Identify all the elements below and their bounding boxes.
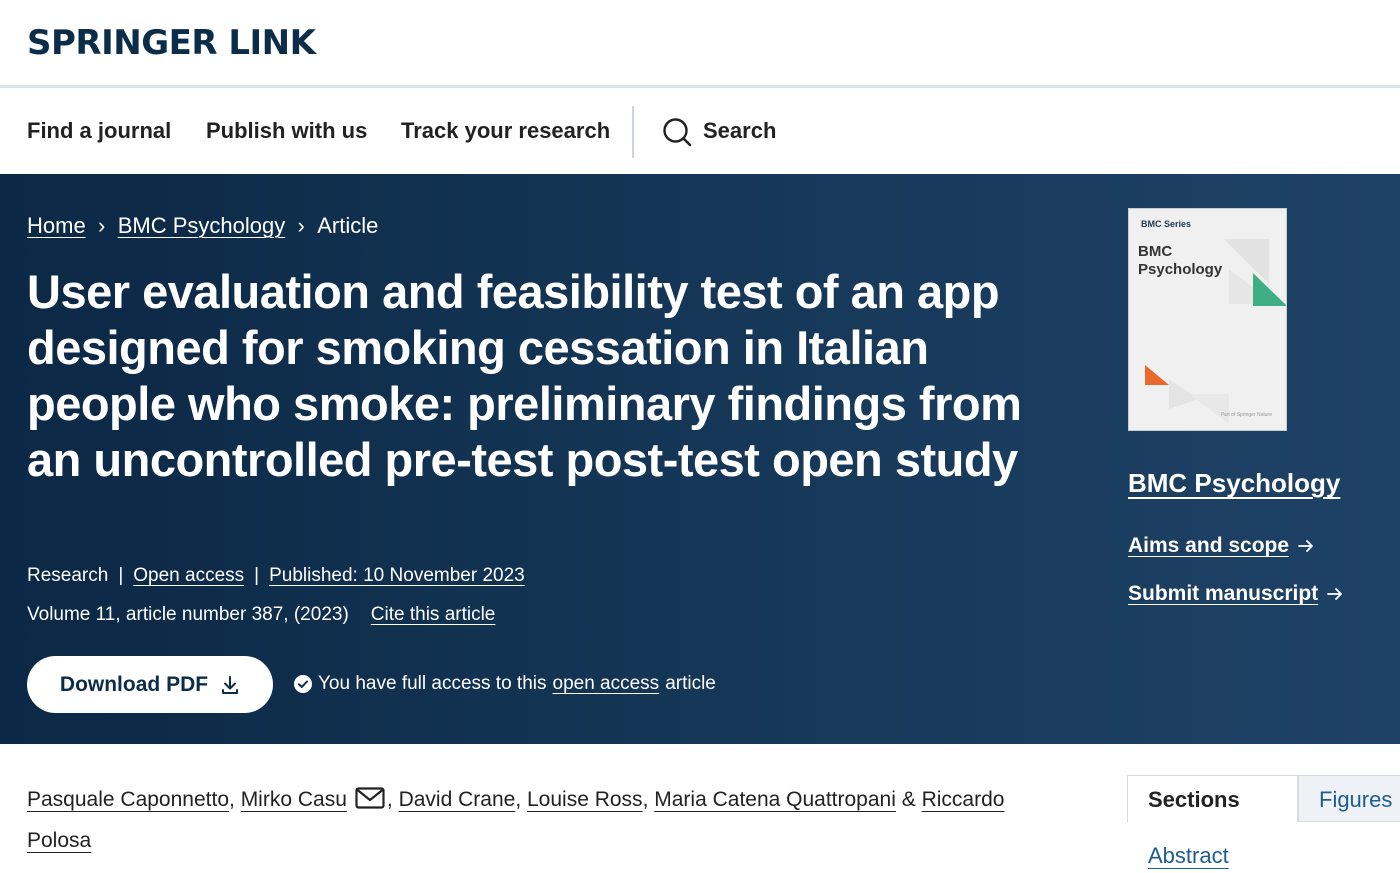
download-pdf-label: Download PDF — [59, 672, 209, 696]
open-access-link[interactable]: Open access — [133, 564, 244, 588]
article-title: User evaluation and feasibility test of … — [27, 265, 1022, 486]
main-nav: Find a journal Publish with us Track you… — [0, 91, 1400, 174]
cover-series: BMC Series — [1141, 219, 1192, 229]
mail-icon[interactable] — [355, 787, 385, 810]
chevron-right-icon: › — [98, 213, 106, 238]
author-comma: , — [229, 788, 235, 811]
search-icon[interactable] — [662, 117, 692, 147]
author-link[interactable]: Maria Catena Quattropani — [654, 788, 896, 811]
author-comma: , — [515, 788, 522, 811]
sections-figures-tabs: Sections Figures — [1127, 775, 1400, 822]
author-link[interactable]: David Crane — [399, 788, 516, 811]
breadcrumb-current: Article — [317, 213, 379, 238]
author-link[interactable]: Pasquale Caponnetto — [27, 788, 229, 811]
author-link[interactable]: Mirko Casu — [241, 788, 347, 811]
tab-figures[interactable]: Figures — [1298, 775, 1400, 822]
springer-link-logo[interactable]: SPRINGER LINK — [27, 24, 316, 62]
toc-abstract-link[interactable]: Abstract — [1148, 843, 1229, 869]
download-icon — [222, 675, 239, 694]
article-meta: Research | Open access | Published: 10 N… — [27, 564, 525, 588]
article-hero: Home › BMC Psychology › Article User eva… — [0, 174, 1400, 744]
author-comma: , — [642, 788, 649, 811]
author-list: Pasquale Caponnetto, Mirko Casu, David C… — [27, 779, 1067, 861]
breadcrumb: Home › BMC Psychology › Article — [27, 212, 378, 240]
author-ampersand: & — [901, 788, 916, 811]
submit-manuscript-link[interactable]: Submit manuscript — [1128, 582, 1344, 606]
nav-track-research[interactable]: Track your research — [401, 117, 610, 145]
cite-article-link[interactable]: Cite this article — [371, 603, 496, 627]
cover-title-line2: Psychology — [1138, 261, 1223, 278]
cover-footer: Part of Springer Nature — [1220, 412, 1272, 418]
access-note-text: You have full access to this — [318, 673, 547, 694]
site-header: SPRINGER LINK — [0, 0, 1400, 88]
check-circle-icon — [294, 675, 312, 693]
arrow-right-icon — [1327, 588, 1343, 600]
nav-publish[interactable]: Publish with us — [206, 117, 367, 145]
cover-title-line1: BMC — [1138, 243, 1173, 260]
article-volume: Volume 11, article number 387, (2023) — [27, 604, 349, 625]
published-date[interactable]: Published: 10 November 2023 — [269, 564, 525, 588]
author-link[interactable]: Louise Ross — [527, 788, 643, 811]
tab-sections[interactable]: Sections — [1127, 775, 1298, 822]
chevron-right-icon: › — [297, 213, 305, 238]
cover-title: BMC Psychology — [1138, 243, 1222, 279]
arrow-right-icon — [1298, 540, 1313, 552]
breadcrumb-home[interactable]: Home — [27, 212, 86, 240]
aims-scope-link[interactable]: Aims and scope — [1128, 534, 1315, 558]
nav-search[interactable]: Search — [703, 117, 776, 145]
access-note-text-end: article — [665, 673, 716, 694]
nav-find-journal[interactable]: Find a journal — [27, 117, 171, 145]
journal-cover[interactable]: BMC Series BMC Psychology Part of Spring… — [1128, 208, 1287, 431]
journal-name-link[interactable]: BMC Psychology — [1128, 468, 1340, 499]
aims-scope-label: Aims and scope — [1128, 534, 1290, 557]
nav-divider — [632, 106, 634, 158]
meta-separator: | — [118, 565, 124, 586]
author-comma: , — [386, 788, 393, 811]
article-type: Research — [27, 565, 109, 586]
download-pdf-button[interactable]: Download PDF — [27, 656, 273, 713]
full-access-note: You have full access to this open access… — [294, 671, 716, 697]
submit-manuscript-label: Submit manuscript — [1128, 582, 1319, 605]
breadcrumb-journal[interactable]: BMC Psychology — [118, 212, 286, 240]
access-note-link[interactable]: open access — [553, 671, 660, 697]
meta-separator: | — [254, 565, 260, 586]
article-volume-row: Volume 11, article number 387, (2023) Ci… — [27, 603, 495, 627]
